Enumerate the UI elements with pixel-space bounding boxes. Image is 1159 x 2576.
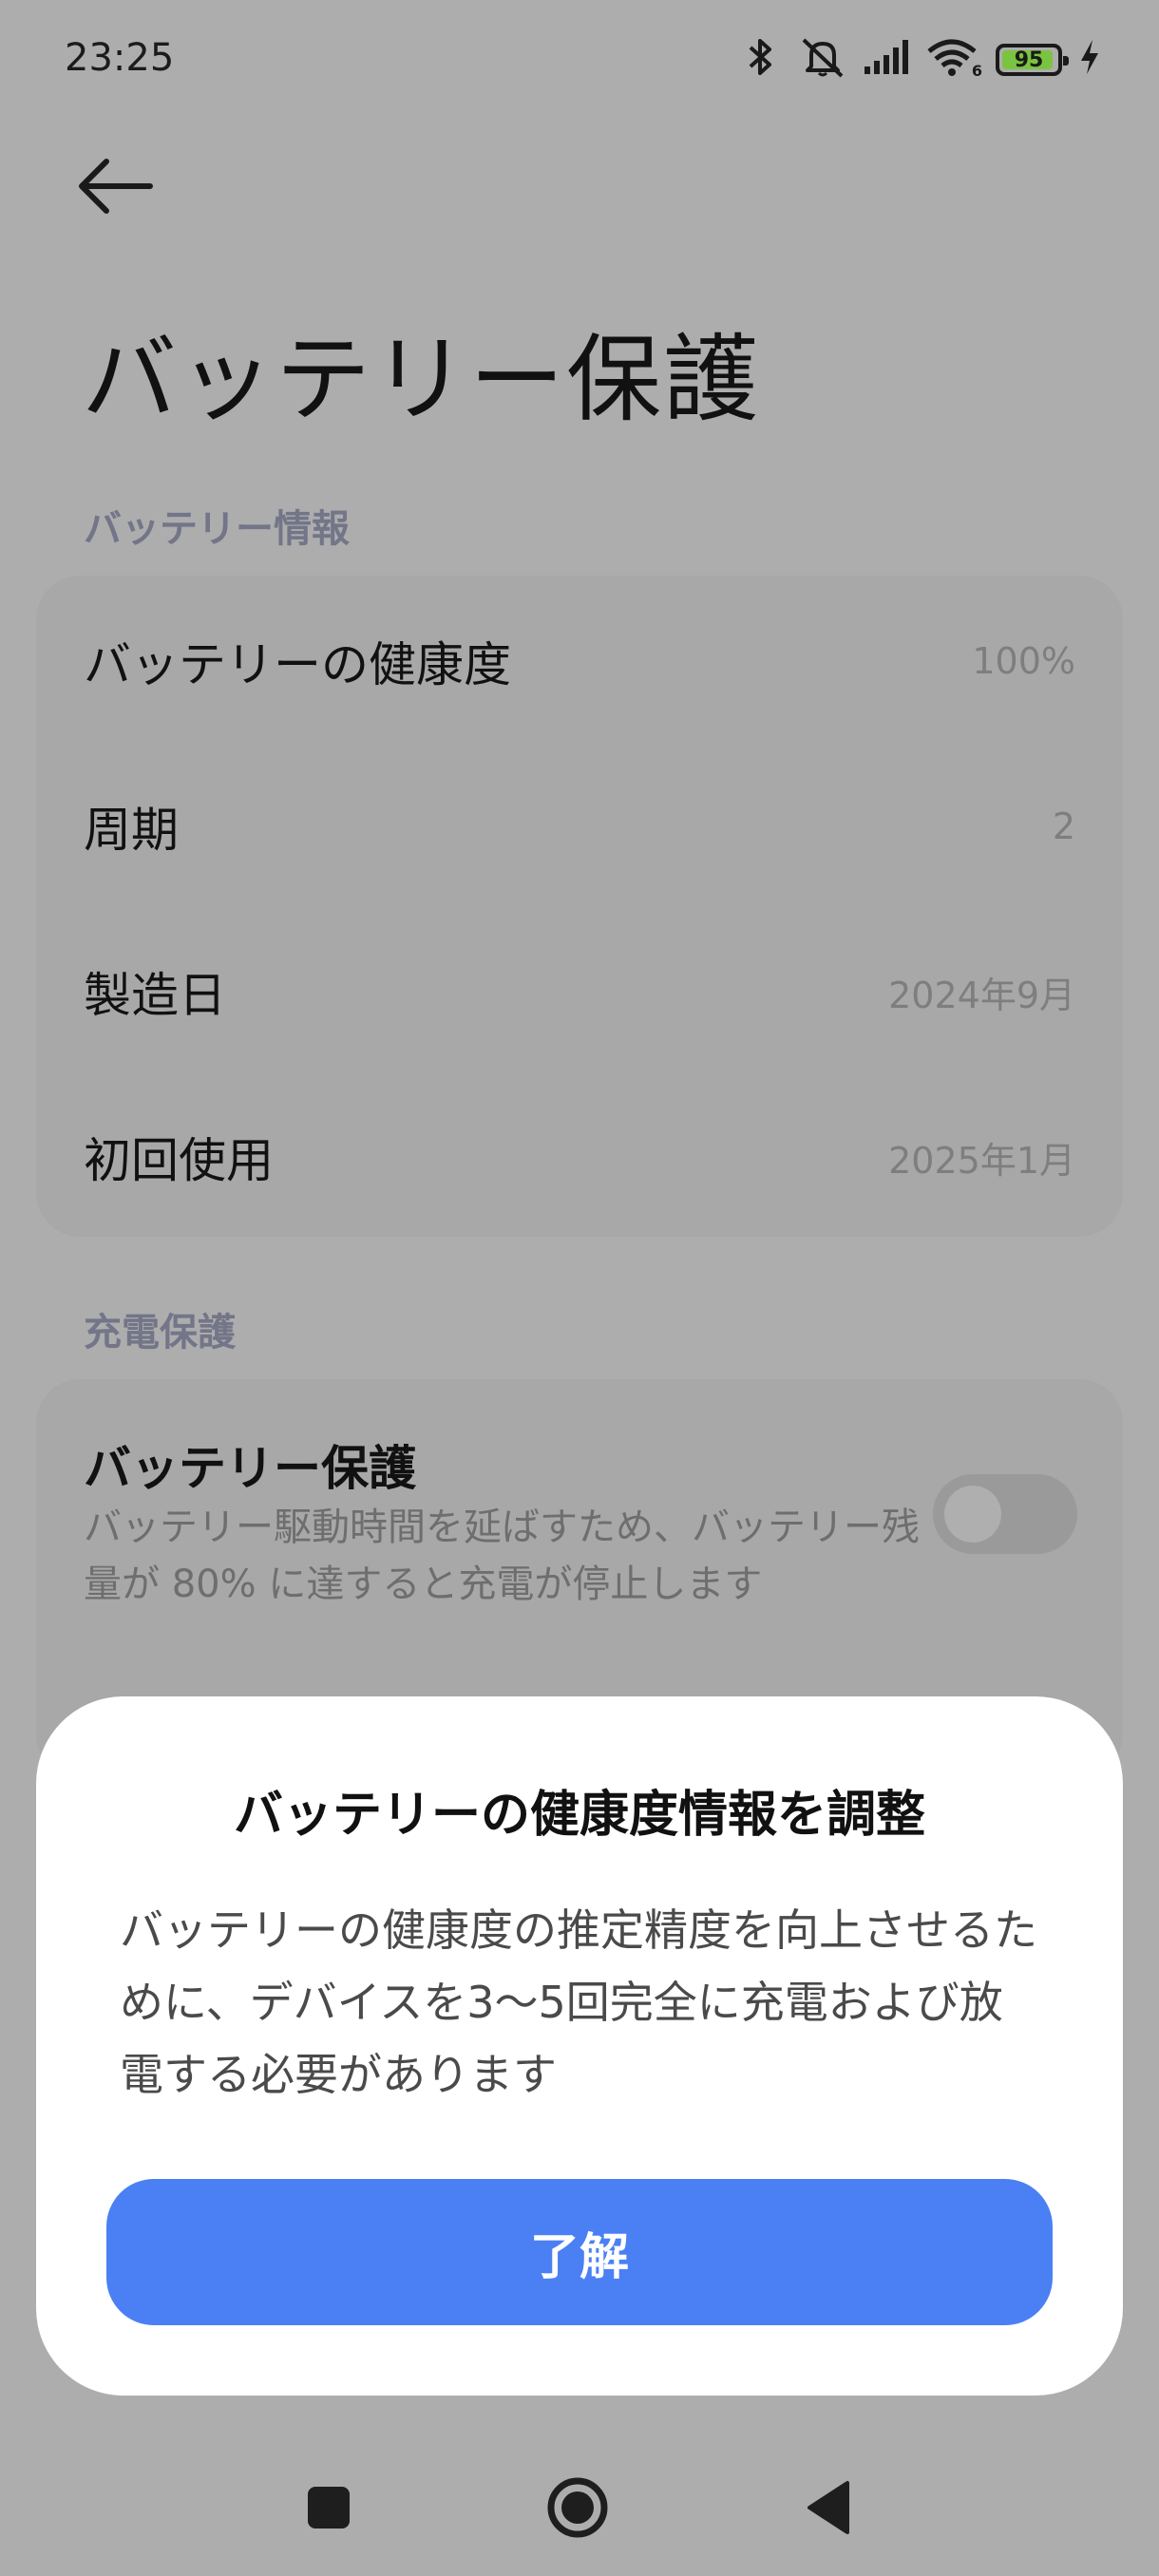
- back-triangle-icon: [808, 2481, 849, 2534]
- battery-protection-title: バッテリー保護: [84, 1441, 416, 1496]
- signal-icon: [861, 34, 914, 80]
- ok-button[interactable]: 了解: [106, 2179, 1053, 2325]
- wifi-badge: 6: [971, 62, 982, 80]
- battery-health-row: バッテリーの健康度 100%: [84, 614, 1075, 709]
- manufacture-date-label: 製造日: [84, 968, 226, 1023]
- battery-info-section-title: バッテリー情報: [84, 507, 350, 551]
- home-circle-icon: [547, 2477, 608, 2538]
- battery-info-card: バッテリーの健康度 100% 周期 2 製造日 2024年9月 初回使用 202…: [36, 576, 1123, 1237]
- battery-health-label: バッテリーの健康度: [84, 637, 511, 692]
- cycle-label: 周期: [84, 803, 179, 858]
- mute-icon: [796, 34, 849, 80]
- battery-health-dialog: バッテリーの健康度情報を調整 バッテリーの健康度の推定精度を向上させるために、デ…: [36, 1696, 1123, 2396]
- first-use-label: 初回使用: [84, 1133, 274, 1188]
- status-time: 23:25: [65, 36, 175, 80]
- dialog-title: バッテリーの健康度情報を調整: [233, 1787, 925, 1844]
- recents-square-icon: [308, 2487, 350, 2529]
- first-use-value: 2025年1月: [888, 1139, 1075, 1182]
- battery-level: 95: [1014, 47, 1044, 72]
- page-title: バッテリー保護: [82, 324, 760, 435]
- battery-protection-toggle[interactable]: [933, 1474, 1077, 1554]
- wifi-icon: 6: [925, 34, 982, 80]
- manufacture-date-row: 製造日 2024年9月: [84, 944, 1075, 1039]
- charging-protection-section-title: 充電保護: [84, 1311, 236, 1354]
- recents-button[interactable]: [291, 2470, 367, 2546]
- battery-cap: [1063, 56, 1069, 66]
- battery-protection-description: バッテリー駆動時間を延ばすため、バッテリー残量が 80% に達すると充電が停止し…: [84, 1506, 920, 1606]
- toggle-knob: [944, 1486, 1001, 1543]
- manufacture-date-value: 2024年9月: [888, 974, 1075, 1016]
- bluetooth-icon: [747, 34, 775, 80]
- first-use-row: 初回使用 2025年1月: [84, 1109, 1075, 1204]
- dialog-message: バッテリーの健康度の推定精度を向上させるために、デバイスを3〜5回完全に充電およ…: [120, 1904, 1037, 2100]
- back-arrow-icon: [79, 159, 153, 214]
- battery-health-value: 100%: [972, 640, 1075, 682]
- charging-icon: [1075, 34, 1104, 80]
- back-button[interactable]: [74, 152, 160, 220]
- battery-icon: 95: [996, 44, 1069, 76]
- home-button[interactable]: [540, 2470, 616, 2546]
- cycle-value: 2: [1052, 805, 1075, 847]
- cycle-row: 周期 2: [84, 779, 1075, 874]
- nav-back-button[interactable]: [792, 2470, 868, 2546]
